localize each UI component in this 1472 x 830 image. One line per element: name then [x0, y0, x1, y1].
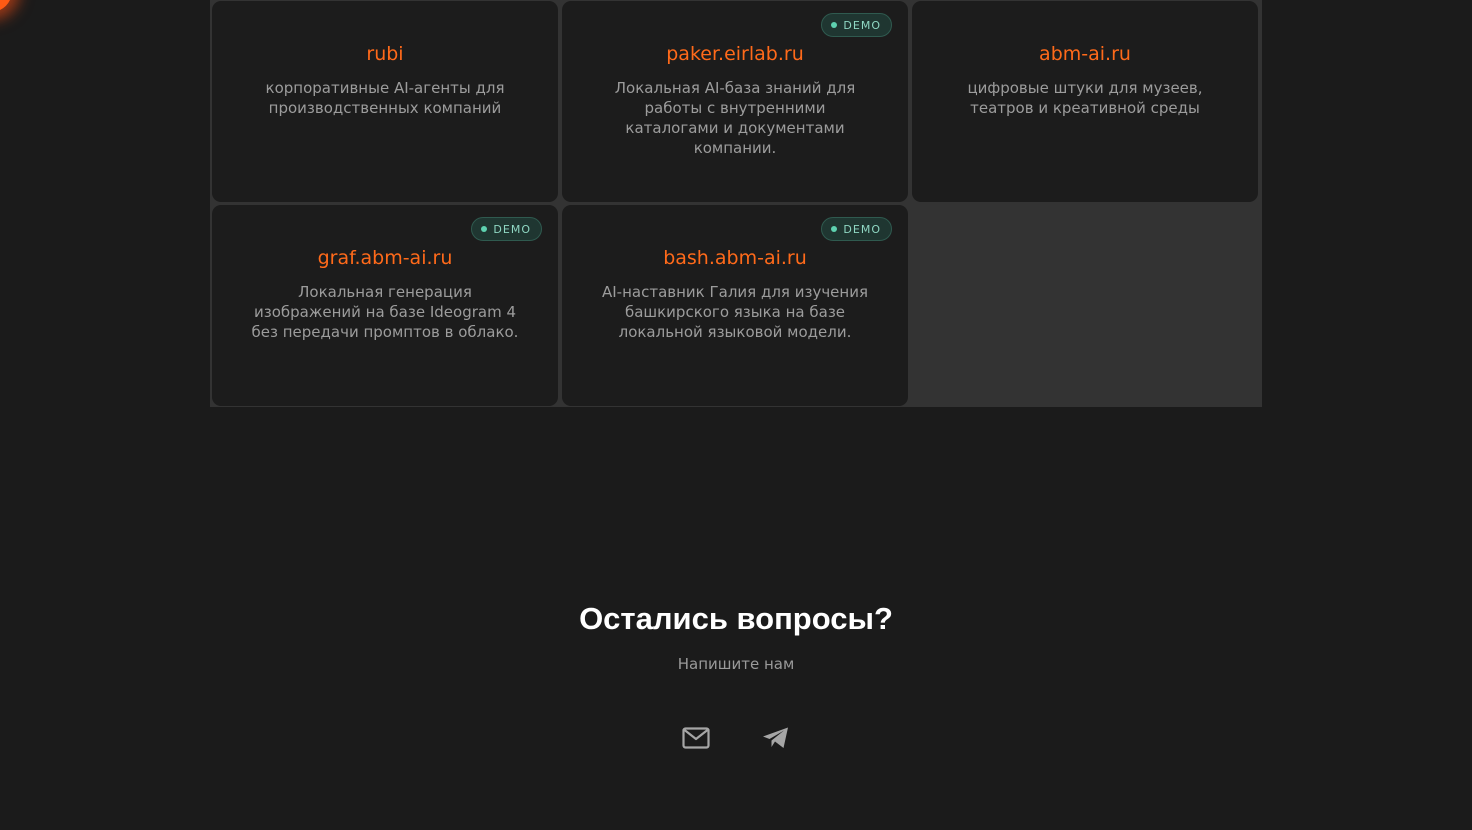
demo-badge: DEMO [821, 13, 892, 37]
mail-icon[interactable] [682, 724, 710, 752]
project-card-rubi[interactable]: rubi корпоративные AI-агенты для произво… [212, 1, 558, 202]
project-description: AI-наставник Галия для изучения башкирск… [602, 283, 868, 341]
page: rubi корпоративные AI-агенты для произво… [0, 0, 1472, 830]
project-title[interactable]: rubi [212, 41, 558, 67]
project-card-abm-ai[interactable]: abm-ai.ru цифровые штуки для музеев, теа… [912, 1, 1258, 202]
telegram-icon[interactable] [762, 724, 790, 752]
status-dot-icon [831, 226, 838, 232]
status-dot-icon [481, 226, 488, 232]
badge-label: DEMO [493, 222, 531, 236]
project-title[interactable]: paker.eirlab.ru [562, 41, 908, 67]
contact-subtitle: Напишите нам [677, 655, 795, 673]
decorative-glow [0, 0, 12, 12]
project-description: Локальная генерация изображений на базе … [251, 283, 519, 341]
demo-badge: DEMO [821, 217, 892, 241]
project-title[interactable]: abm-ai.ru [912, 41, 1258, 67]
contact-links [0, 724, 1472, 752]
contact-section: Остались вопросы? Напишите нам [0, 598, 1472, 749]
project-description: Локальная AI-база знаний для работы с вн… [614, 79, 856, 157]
project-card-bash[interactable]: DEMO bash.abm-ai.ru AI-наставник Галия д… [562, 205, 908, 406]
project-description: цифровые штуки для музеев, театров и кре… [967, 79, 1203, 117]
contact-title: Остались вопросы? [579, 601, 893, 636]
badge-label: DEMO [843, 18, 881, 32]
demo-badge: DEMO [471, 217, 542, 241]
project-title[interactable]: bash.abm-ai.ru [562, 245, 908, 271]
project-title[interactable]: graf.abm-ai.ru [212, 245, 558, 271]
project-card-paker[interactable]: DEMO paker.eirlab.ru Локальная AI-база з… [562, 1, 908, 202]
badge-label: DEMO [843, 222, 881, 236]
status-dot-icon [831, 22, 838, 28]
project-card-graf[interactable]: DEMO graf.abm-ai.ru Локальная генерация … [212, 205, 558, 406]
project-description: корпоративные AI-агенты для производстве… [265, 79, 505, 117]
projects-grid: rubi корпоративные AI-агенты для произво… [210, 0, 1262, 407]
